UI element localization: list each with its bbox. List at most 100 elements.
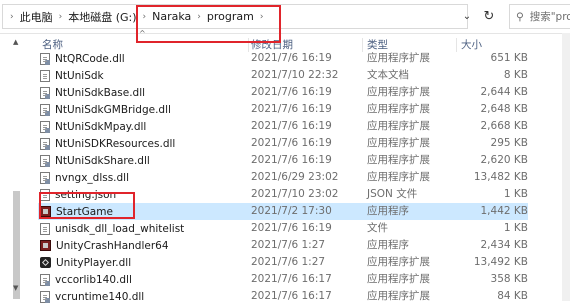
file-name-cell: setting.json <box>40 186 230 203</box>
file-row[interactable]: NtUniSDKResources.dll 2021/7/6 16:19 应用程序扩… <box>38 135 528 152</box>
app-icon <box>40 206 51 217</box>
breadcrumb-this-pc[interactable]: 此电脑 <box>17 9 56 25</box>
file-name: NtUniSdkShare.dll <box>55 154 150 167</box>
text-file-icon <box>40 69 50 82</box>
file-name: NtUniSdkBase.dll <box>55 86 146 99</box>
nav-up-chevron-icon[interactable]: › <box>7 12 17 22</box>
file-name: StartGame <box>56 205 113 218</box>
file-type: 应用程序扩展 <box>367 154 430 166</box>
search-input[interactable]: ⚲ 搜索"pro <box>509 4 570 29</box>
file-type: 应用程序扩展 <box>367 256 430 268</box>
file-date: 2021/7/10 22:32 <box>251 69 339 81</box>
file-row[interactable]: vccorlib140.dll 2021/7/6 16:17 应用程序扩展 358 K… <box>38 271 528 288</box>
file-name-cell: UnityPlayer.dll <box>40 254 230 271</box>
nav-scrollbar-thumb[interactable] <box>13 191 20 299</box>
file-name: UnityCrashHandler64 <box>56 239 169 252</box>
dll-icon <box>40 103 50 116</box>
file-size: 1 KB <box>503 222 528 234</box>
dll-icon <box>40 86 50 99</box>
file-type: 应用程序扩展 <box>367 52 430 64</box>
file-list: NtQRCode.dll 2021/7/6 16:19 应用程序扩展 651 KB Nt… <box>38 50 528 305</box>
file-row[interactable]: NtUniSdkMpay.dll 2021/7/6 16:19 应用程序扩展 2,66… <box>38 118 528 135</box>
file-size: 2,620 KB <box>480 154 529 166</box>
file-icon <box>40 222 50 235</box>
address-history-dropdown-icon[interactable]: ⌄ <box>458 4 476 29</box>
file-size: 13,482 KB <box>473 171 528 183</box>
file-name-cell: StartGame <box>40 203 230 220</box>
file-size: 295 KB <box>490 137 528 149</box>
file-type: 应用程序扩展 <box>367 171 430 183</box>
scroll-up-icon[interactable]: ▲ <box>13 38 18 46</box>
address-bar: › 此电脑 › 本地磁盘 (G:) › Naraka › program › ⌄… <box>0 0 570 34</box>
file-name-cell: NtUniSdk <box>40 67 230 84</box>
search-icon: ⚲ <box>516 10 524 23</box>
dll-icon <box>40 273 50 286</box>
scroll-down-icon[interactable]: ▼ <box>13 284 18 292</box>
file-type: 文件 <box>367 222 388 234</box>
file-row[interactable]: NtQRCode.dll 2021/7/6 16:19 应用程序扩展 651 KB <box>38 50 528 67</box>
refresh-icon[interactable]: ↻ <box>478 4 500 29</box>
chevron-right-icon[interactable]: › <box>56 12 66 22</box>
breadcrumb-naraka[interactable]: Naraka <box>149 10 194 23</box>
file-name-cell: NtUniSdkMpay.dll <box>40 118 230 135</box>
file-name: UnityPlayer.dll <box>56 256 132 269</box>
file-type: 应用程序扩展 <box>367 86 430 98</box>
dll-icon <box>40 154 50 167</box>
file-name-cell: NtUniSdkGMBridge.dll <box>40 101 230 118</box>
file-row[interactable]: nvngx_dlss.dll 2021/6/29 23:02 应用程序扩展 13,48… <box>38 169 528 186</box>
file-type: 应用程序 <box>367 239 409 251</box>
chevron-right-icon[interactable]: › <box>140 12 150 22</box>
path-field[interactable]: › 此电脑 › 本地磁盘 (G:) › Naraka › program › <box>2 4 468 29</box>
chevron-right-icon[interactable]: › <box>194 12 204 22</box>
file-row[interactable]: NtUniSdkGMBridge.dll 2021/7/6 16:19 应用程序扩展… <box>38 101 528 118</box>
file-row[interactable]: unisdk_dll_load_whitelist 2021/7/6 16:19 文… <box>38 220 528 237</box>
file-name: NtQRCode.dll <box>55 52 125 65</box>
file-type: 应用程序扩展 <box>367 120 430 132</box>
file-date: 2021/6/29 23:02 <box>251 171 339 183</box>
file-name: setting.json <box>55 188 117 201</box>
list-scrollbar[interactable] <box>562 33 570 301</box>
navigation-pane: ▲ ▼ <box>0 33 34 301</box>
file-row[interactable]: vcruntime140.dll 2021/7/6 16:17 应用程序扩展 84 K… <box>38 288 528 305</box>
file-date: 2021/7/6 16:19 <box>251 154 332 166</box>
file-size: 8 KB <box>503 69 528 81</box>
file-row[interactable]: NtUniSdk 2021/7/10 22:32 文本文档 8 KB <box>38 67 528 84</box>
file-row[interactable]: NtUniSdkBase.dll 2021/7/6 16:19 应用程序扩展 2,64… <box>38 84 528 101</box>
file-size: 2,644 KB <box>480 86 529 98</box>
chevron-right-icon[interactable]: › <box>257 12 267 22</box>
file-date: 2021/7/6 16:19 <box>251 86 332 98</box>
file-name-cell: NtQRCode.dll <box>40 50 230 67</box>
file-name: NtUniSdkMpay.dll <box>55 120 147 133</box>
file-size: 2,434 KB <box>480 239 529 251</box>
file-name: unisdk_dll_load_whitelist <box>55 222 185 235</box>
breadcrumb-drive-g[interactable]: 本地磁盘 (G:) <box>65 9 139 25</box>
file-type: 应用程序 <box>367 205 409 217</box>
file-row[interactable]: NtUniSdkShare.dll 2021/7/6 16:19 应用程序扩展 2,6… <box>38 152 528 169</box>
file-date: 2021/7/2 17:30 <box>251 205 332 217</box>
file-size: 2,648 KB <box>480 103 529 115</box>
file-type: 应用程序扩展 <box>367 273 430 285</box>
file-size: 651 KB <box>490 52 528 64</box>
file-type: 文本文档 <box>367 69 409 81</box>
file-name: NtUniSDKResources.dll <box>55 137 176 150</box>
file-size: 13,492 KB <box>473 256 528 268</box>
file-row[interactable]: UnityPlayer.dll 2021/7/6 1:27 应用程序扩展 13,492… <box>38 254 528 271</box>
breadcrumb-program[interactable]: program <box>204 10 257 23</box>
unity-icon <box>40 257 51 268</box>
file-size: 1 KB <box>503 188 528 200</box>
file-row-selected[interactable]: StartGame 2021/7/2 17:30 应用程序 1,442 KB <box>38 203 528 220</box>
file-name-cell: NtUniSdkShare.dll <box>40 152 230 169</box>
file-name: NtUniSdk <box>55 69 104 82</box>
file-type: 应用程序扩展 <box>367 290 430 302</box>
file-row[interactable]: setting.json 2021/7/10 23:02 JSON 文件 1 KB <box>38 186 528 203</box>
file-type: 应用程序扩展 <box>367 103 430 115</box>
file-size: 2,668 KB <box>480 120 529 132</box>
file-row[interactable]: UnityCrashHandler64 2021/7/6 1:27 应用程序 2,43… <box>38 237 528 254</box>
file-date: 2021/7/6 16:17 <box>251 290 332 302</box>
dll-icon <box>40 52 50 65</box>
file-type: 应用程序扩展 <box>367 137 430 149</box>
file-name: nvngx_dlss.dll <box>55 171 130 184</box>
dll-icon <box>40 137 50 150</box>
dll-icon <box>40 120 50 133</box>
file-name-cell: nvngx_dlss.dll <box>40 169 230 186</box>
